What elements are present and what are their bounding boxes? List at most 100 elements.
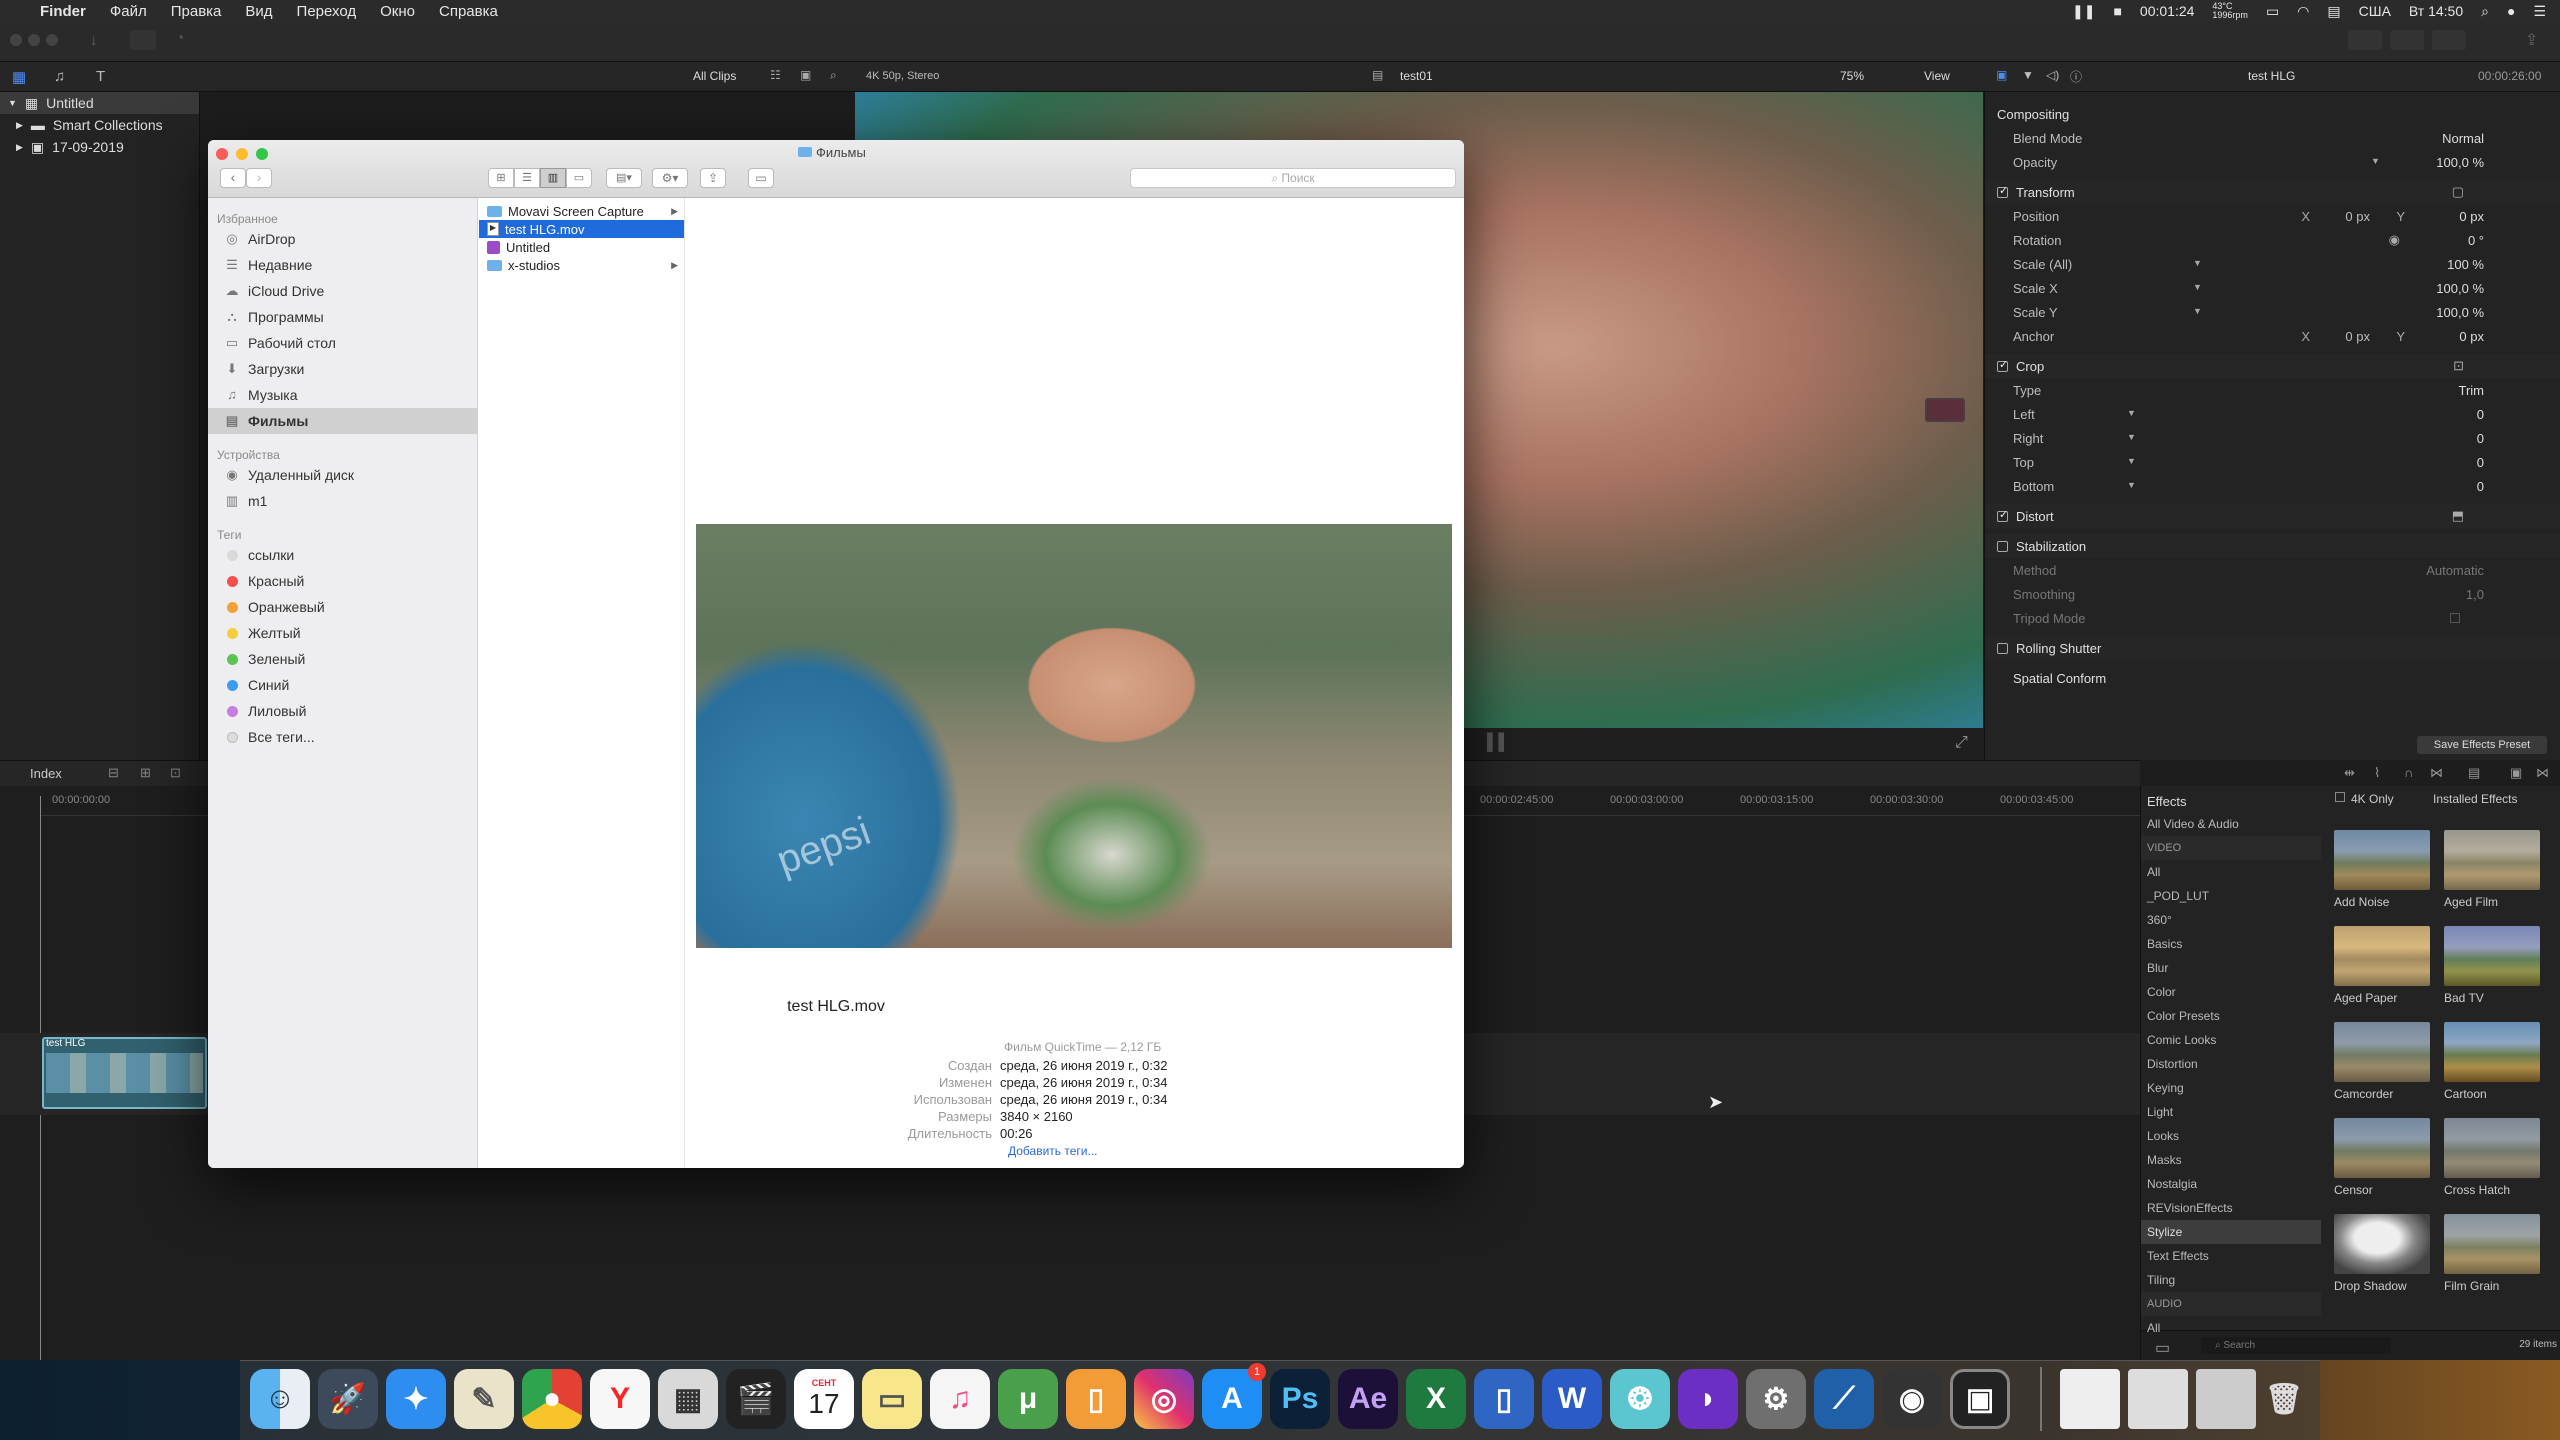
sidebar-tag[interactable]: Лиловый	[208, 698, 477, 724]
sidebar-item-music[interactable]: ♫ Музыка	[208, 382, 477, 408]
effects-browser-icon[interactable]: ▣	[2510, 765, 2522, 781]
zoom-button[interactable]	[256, 148, 268, 160]
effects-category[interactable]: Nostalgia	[2141, 1172, 2321, 1196]
effects-category[interactable]: Keying	[2141, 1076, 2321, 1100]
scale-all-slider[interactable]: ▼	[2193, 258, 2202, 268]
stickies-icon[interactable]: ▭	[862, 1369, 922, 1429]
blend-mode-popup[interactable]: Normal	[2442, 131, 2484, 146]
calculator-icon[interactable]: ▦	[658, 1369, 718, 1429]
photoshop-icon[interactable]: Ps	[1270, 1369, 1330, 1429]
column-item[interactable]: Movavi Screen Capture ▶	[479, 202, 684, 220]
finder-icon[interactable]: ☺	[250, 1369, 310, 1429]
layout-toggle-browser[interactable]	[2348, 30, 2382, 50]
anchor-row[interactable]: Anchor X 0 px Y 0 px	[1985, 324, 2560, 348]
list-view-button[interactable]: ☰	[514, 168, 540, 188]
icon-view-button[interactable]: ⊞	[488, 168, 514, 188]
disclosure-icon[interactable]: ▶	[16, 142, 23, 153]
camera-icon[interactable]: ◉	[1882, 1369, 1942, 1429]
stabilization-checkbox[interactable]	[1997, 540, 2008, 552]
system-preferences-icon[interactable]: ⚙	[1746, 1369, 1806, 1429]
skimming-icon[interactable]: ⇹	[2344, 765, 2355, 781]
effects-category[interactable]: Distortion	[2141, 1052, 2321, 1076]
sidebar-tag[interactable]: ссылки	[208, 542, 477, 568]
crop-top-row[interactable]: Top ▼ 0	[1985, 450, 2560, 474]
group-button[interactable]: ▤▾	[606, 168, 642, 188]
crop-bottom-row[interactable]: Bottom ▼ 0	[1985, 474, 2560, 498]
airplay-icon[interactable]: ▭	[2266, 3, 2279, 20]
effects-category[interactable]: Blur	[2141, 956, 2321, 980]
library-item-event[interactable]: ▶ ▣ 17-09-2019	[0, 136, 199, 158]
library-item-untitled[interactable]: ▼ ▦ Untitled	[0, 92, 199, 114]
sidebar-item-airdrop[interactable]: ◎ AirDrop	[208, 226, 477, 252]
action-gear-button[interactable]: ⚙▾	[652, 168, 688, 188]
column-view-button[interactable]: ▥	[540, 168, 566, 188]
view-dropdown[interactable]: View	[1924, 69, 1950, 83]
files-icon[interactable]: ▯	[1474, 1369, 1534, 1429]
clip-appearance-icon[interactable]: ▣	[800, 68, 811, 82]
effect-thumbnail[interactable]: Drop Shadow	[2334, 1214, 2434, 1306]
sidebar-item-icloud[interactable]: ☁ iCloud Drive	[208, 278, 477, 304]
stack-documents-icon[interactable]	[2128, 1369, 2188, 1429]
headphones-icon[interactable]: ∩	[2404, 765, 2413, 780]
scale-x-row[interactable]: Scale X ▼ 100,0 %	[1985, 276, 2560, 300]
cyberduck-icon[interactable]: ⟋	[1814, 1369, 1874, 1429]
sidebar-tag[interactable]: Зеленый	[208, 646, 477, 672]
menu-file[interactable]: Файл	[110, 3, 147, 20]
sidebar-item-recents[interactable]: ☰ Недавние	[208, 252, 477, 278]
utorrent-icon[interactable]: μ	[998, 1369, 1058, 1429]
sidebar-device-0[interactable]: ◉ Удаленный диск	[208, 462, 477, 488]
4k-only-checkbox[interactable]	[2335, 792, 2345, 802]
video-inspector-icon[interactable]: ▣	[1996, 68, 2007, 82]
background-tasks-icon[interactable]: ◔	[175, 30, 185, 48]
word-icon[interactable]: W	[1542, 1369, 1602, 1429]
disclosure-icon[interactable]: ▶	[16, 120, 23, 131]
effect-thumbnail[interactable]: Camcorder	[2334, 1022, 2434, 1114]
column-item[interactable]: Untitled	[479, 238, 684, 256]
audio-inspector-icon[interactable]: ◁)	[2046, 68, 2059, 82]
menu-window[interactable]: Окно	[380, 3, 415, 20]
spotlight-icon[interactable]: ⌕	[2481, 3, 2489, 20]
trash-icon[interactable]: 🗑	[2254, 1369, 2314, 1429]
effects-category[interactable]: All	[2141, 1316, 2321, 1340]
audio-skimming-icon[interactable]: ⌇	[2374, 765, 2380, 781]
clip-appearance-timeline-icon[interactable]: ▤	[2468, 765, 2480, 781]
distort-onscreen-icon[interactable]: ⬒	[2452, 508, 2464, 524]
keyword-button[interactable]	[130, 30, 156, 50]
sidebar-tag[interactable]: Красный	[208, 568, 477, 594]
video-preview-thumbnail[interactable]: pepsi	[696, 524, 1452, 948]
effects-category[interactable]: Looks	[2141, 1124, 2321, 1148]
after-effects-icon[interactable]: Ae	[1338, 1369, 1398, 1429]
play-icon[interactable]: ▌▌	[1487, 734, 1510, 752]
timeline-clip[interactable]: test HLG	[42, 1037, 207, 1109]
library-item-smart-collections[interactable]: ▶ ▬ Smart Collections	[0, 114, 199, 136]
effects-category[interactable]: Tiling	[2141, 1268, 2321, 1292]
effects-category[interactable]: Color Presets	[2141, 1004, 2321, 1028]
back-button[interactable]: ‹	[220, 168, 246, 188]
user-icon[interactable]: ●	[2507, 3, 2515, 19]
filter-inspector-icon[interactable]: ▼	[2022, 68, 2034, 82]
crop-right-row[interactable]: Right ▼ 0	[1985, 426, 2560, 450]
opacity-slider[interactable]: ▼	[2371, 156, 2380, 166]
layout-toggle-inspector[interactable]	[2432, 30, 2466, 50]
effects-category[interactable]: Comic Looks	[2141, 1028, 2321, 1052]
effects-category[interactable]: Basics	[2141, 932, 2321, 956]
effect-thumbnail[interactable]: Add Noise	[2334, 830, 2434, 922]
launchpad-icon[interactable]: 🚀	[318, 1369, 378, 1429]
effects-category[interactable]: 360°	[2141, 908, 2321, 932]
podcast-icon[interactable]: ◗	[1678, 1369, 1738, 1429]
effect-thumbnail[interactable]: Bad TV	[2444, 926, 2544, 1018]
sidebar-tag[interactable]: Синий	[208, 672, 477, 698]
sidebar-item-downloads[interactable]: ⬇ Загрузки	[208, 356, 477, 382]
notification-center-icon[interactable]: ☰	[2533, 3, 2546, 20]
effect-thumbnail[interactable]: Cartoon	[2444, 1022, 2544, 1114]
scale-y-row[interactable]: Scale Y ▼ 100,0 %	[1985, 300, 2560, 324]
menu-app-name[interactable]: Finder	[40, 3, 86, 20]
insert-clip-icon[interactable]: ⊞	[140, 765, 151, 781]
sidebar-item-applications[interactable]: ⛬ Программы	[208, 304, 477, 330]
instagram-icon[interactable]: ◎	[1134, 1369, 1194, 1429]
snapping-icon[interactable]: ⋈	[2430, 765, 2443, 781]
preview-icon[interactable]: ▣	[1950, 1369, 2010, 1429]
transform-onscreen-icon[interactable]: ▢	[2452, 184, 2464, 200]
clips-filter-dropdown[interactable]: All Clips	[693, 69, 736, 83]
rotation-row[interactable]: Rotation ◉ 0 °	[1985, 228, 2560, 252]
